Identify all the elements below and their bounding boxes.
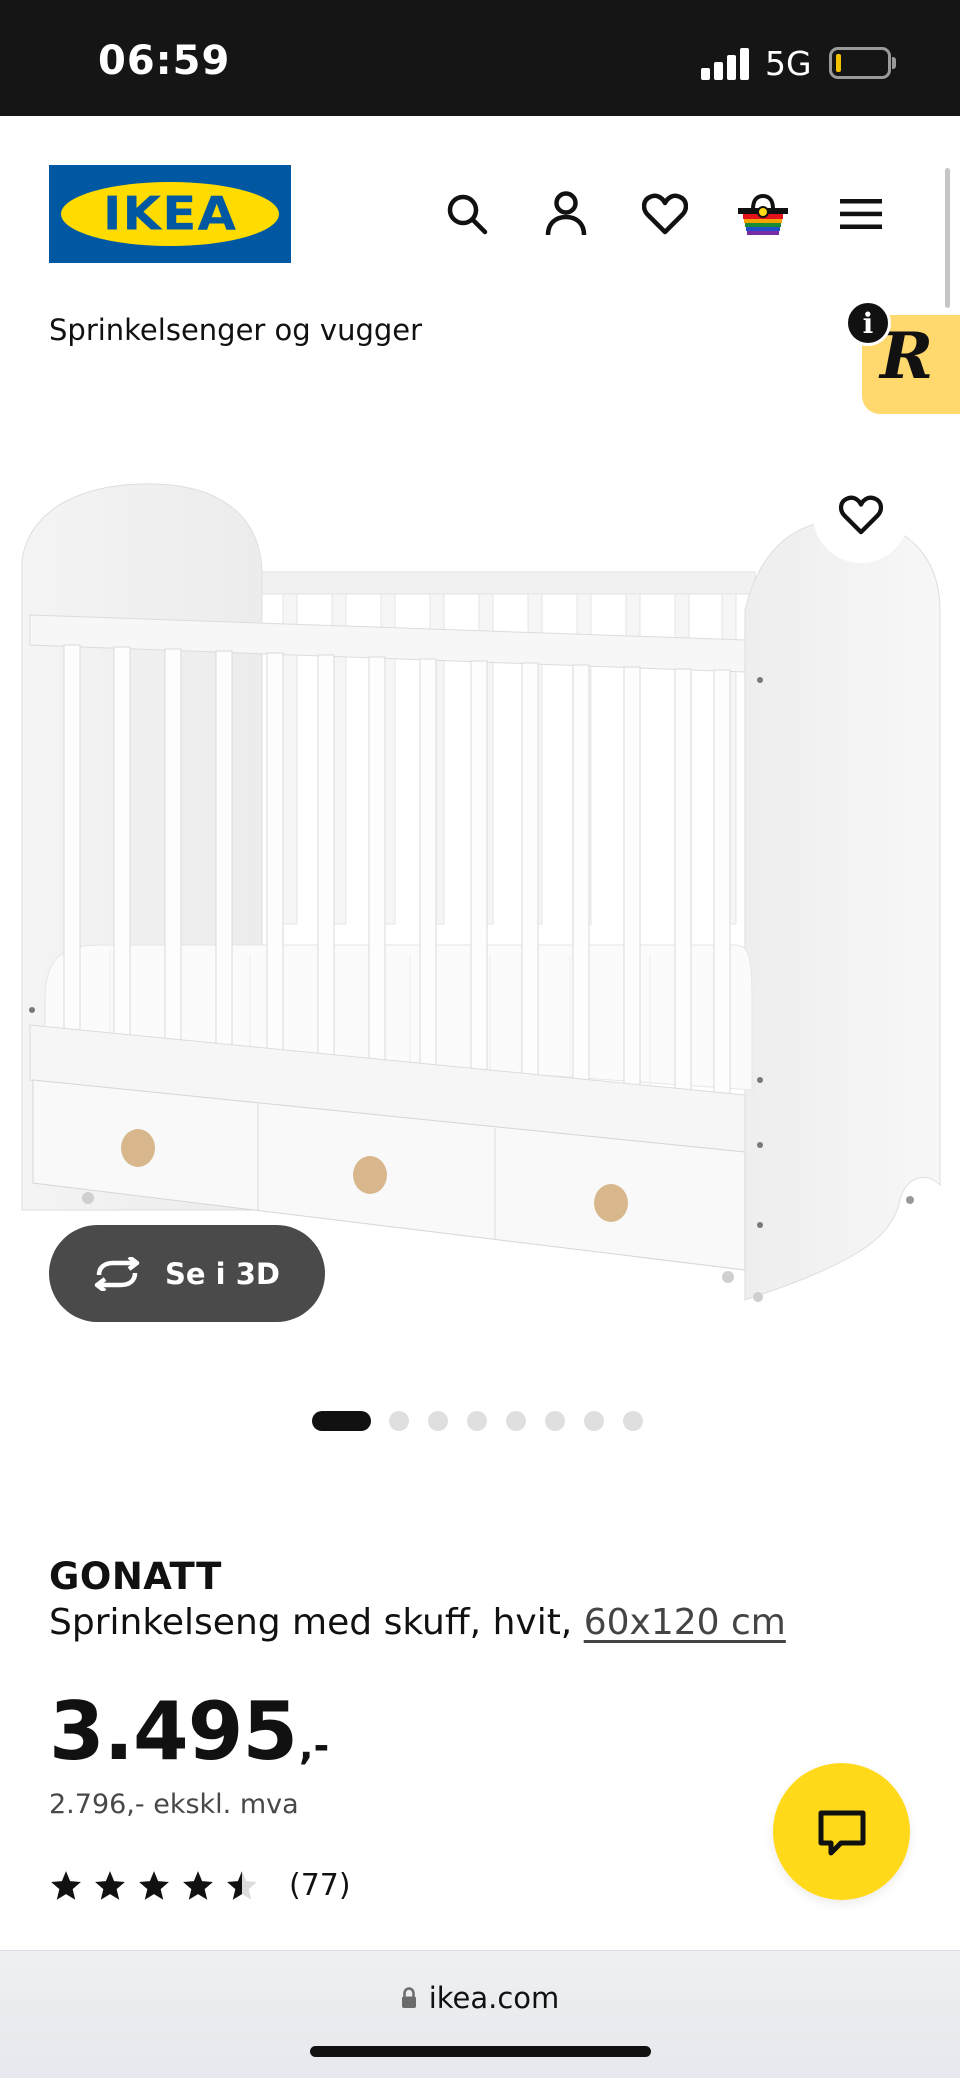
- price-suffix: ,-: [299, 1724, 330, 1768]
- image-pagination[interactable]: [312, 1411, 662, 1431]
- breadcrumb[interactable]: Sprinkelsenger og vugger: [49, 313, 422, 347]
- product-name: GONATT: [49, 1555, 222, 1598]
- product-image[interactable]: [0, 440, 960, 1340]
- search-icon[interactable]: [437, 184, 497, 244]
- pagination-dot[interactable]: [506, 1411, 526, 1431]
- product-description-text: Sprinkelseng med skuff, hvit,: [49, 1602, 584, 1643]
- chat-icon: [818, 1810, 865, 1855]
- crib-illustration: [21, 483, 941, 1302]
- price-excl-vat: 2.796,- ekskl. mva: [49, 1789, 299, 1820]
- battery-icon: [829, 47, 891, 79]
- product-description: Sprinkelseng med skuff, hvit, 60x120 cm: [49, 1602, 786, 1643]
- browser-address-bar[interactable]: ikea.com: [0, 1950, 960, 2078]
- menu-icon[interactable]: [831, 184, 891, 244]
- ikea-logo[interactable]: IKEA: [49, 165, 291, 263]
- star-half-icon: [227, 1870, 257, 1900]
- view-3d-label: Se i 3D: [165, 1256, 280, 1291]
- product-price: 3.495 ,-: [49, 1685, 329, 1778]
- logo-oval: IKEA: [61, 182, 279, 246]
- pagination-dot[interactable]: [623, 1411, 643, 1431]
- pagination-dot[interactable]: [467, 1411, 487, 1431]
- battery-level: [836, 54, 841, 72]
- rotate-3d-icon: [94, 1256, 140, 1291]
- heart-icon[interactable]: [635, 184, 695, 244]
- star-full-icon: [139, 1870, 169, 1900]
- signal-icon: [701, 48, 751, 80]
- star-full-icon: [183, 1870, 213, 1900]
- size-link[interactable]: 60x120 cm: [584, 1602, 786, 1643]
- pagination-dot[interactable]: [584, 1411, 604, 1431]
- star-full-icon: [51, 1870, 81, 1900]
- pagination-dot[interactable]: [545, 1411, 565, 1431]
- lock-icon: [401, 1987, 416, 2008]
- home-indicator[interactable]: [310, 2046, 651, 2057]
- add-to-favorites-button[interactable]: [813, 467, 909, 563]
- price-amount: 3.495: [49, 1685, 298, 1778]
- url-display[interactable]: ikea.com: [0, 1981, 960, 2015]
- heart-icon: [839, 495, 883, 535]
- battery-nub: [892, 57, 896, 69]
- review-count[interactable]: (77): [289, 1868, 351, 1903]
- pagination-dot-active[interactable]: [312, 1411, 371, 1431]
- status-time: 06:59: [98, 38, 231, 84]
- status-bar: 06:59 5G: [0, 0, 960, 116]
- url-text: ikea.com: [428, 1981, 560, 2015]
- chat-button[interactable]: [773, 1763, 910, 1900]
- pagination-dot[interactable]: [428, 1411, 448, 1431]
- info-icon[interactable]: i: [845, 300, 891, 346]
- network-label: 5G: [765, 44, 812, 83]
- star-full-icon: [95, 1870, 125, 1900]
- page-scrollbar[interactable]: [945, 168, 950, 308]
- account-icon[interactable]: [536, 184, 596, 244]
- logo-text: IKEA: [102, 187, 238, 241]
- pagination-dot[interactable]: [389, 1411, 409, 1431]
- product-rating[interactable]: (77): [49, 1868, 351, 1903]
- view-3d-button[interactable]: Se i 3D: [49, 1225, 325, 1322]
- basket-icon[interactable]: [733, 184, 793, 244]
